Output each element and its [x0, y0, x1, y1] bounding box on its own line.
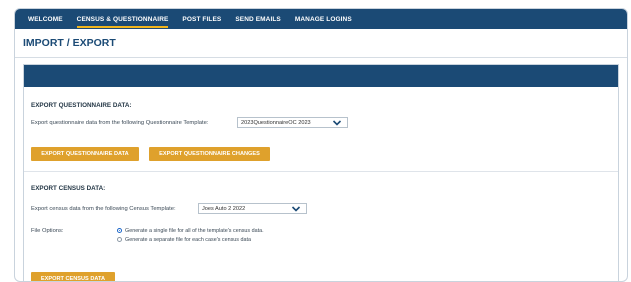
nav-tab-send-emails[interactable]: SEND EMAILS	[228, 9, 288, 29]
app-frame: WELCOME CENSUS & QUESTIONNAIRE POST FILE…	[14, 8, 628, 282]
option-separate-files-radio[interactable]	[117, 237, 122, 242]
chevron-down-icon	[332, 120, 342, 126]
nav-tab-census-questionnaire[interactable]: CENSUS & QUESTIONNAIRE	[70, 9, 176, 29]
questionnaire-template-select[interactable]: 2023QuestionnaireOC 2023	[237, 117, 348, 128]
panel-header-bar	[24, 65, 618, 87]
nav-tab-manage-logins[interactable]: MANAGE LOGINS	[288, 9, 359, 29]
census-section-title: EXPORT CENSUS DATA:	[31, 185, 106, 192]
top-nav: WELCOME CENSUS & QUESTIONNAIRE POST FILE…	[15, 9, 627, 29]
export-questionnaire-changes-button[interactable]: EXPORT QUESTIONNAIRE CHANGES	[149, 147, 270, 161]
chevron-down-icon	[291, 206, 301, 212]
questionnaire-template-label: Export questionnaire data from the follo…	[31, 120, 209, 126]
nav-tab-post-files[interactable]: POST FILES	[175, 9, 228, 29]
title-divider	[15, 57, 627, 58]
questionnaire-section-title: EXPORT QUESTIONNAIRE DATA:	[31, 102, 132, 109]
export-census-data-button[interactable]: EXPORT CENSUS DATA	[31, 272, 115, 281]
page-title: IMPORT / EXPORT	[23, 37, 116, 49]
import-export-panel: EXPORT QUESTIONNAIRE DATA: Export questi…	[23, 64, 619, 281]
census-template-value: Joes Auto 2 2022	[202, 205, 246, 212]
section-divider	[24, 171, 618, 172]
census-template-label: Export census data from the following Ce…	[31, 206, 176, 212]
nav-tab-welcome[interactable]: WELCOME	[21, 9, 70, 29]
export-questionnaire-data-button[interactable]: EXPORT QUESTIONNAIRE DATA	[31, 147, 139, 161]
file-options-label: File Options:	[31, 228, 64, 234]
census-template-select[interactable]: Joes Auto 2 2022	[198, 203, 307, 214]
option-single-file-radio[interactable]	[117, 228, 122, 233]
option-single-file-label: Generate a single file for all of the te…	[125, 228, 264, 234]
option-separate-files-label: Generate a separate file for each case's…	[125, 237, 251, 243]
questionnaire-template-value: 2023QuestionnaireOC 2023	[241, 119, 311, 126]
